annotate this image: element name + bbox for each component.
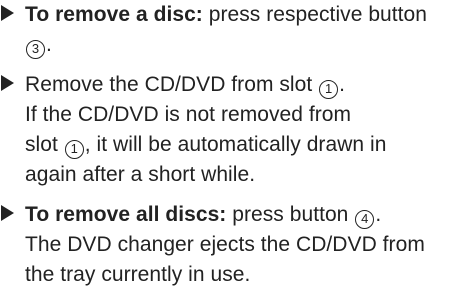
step-remove-all-period: . xyxy=(375,203,382,226)
circled-number-1: 1 xyxy=(64,140,84,159)
step-remove-cd-line-4: again after a short while. xyxy=(25,163,256,186)
step-remove-disc-line-1: To remove a disc: press respective butto… xyxy=(25,0,427,30)
step-remove-disc-heading: To remove a disc: xyxy=(25,3,203,26)
circled-number-4: 4 xyxy=(355,210,375,229)
bullet-arrow-icon xyxy=(1,205,14,221)
step-remove-cd-text-3b: , it will be automatically drawn in xyxy=(84,133,387,156)
step-remove-cd-text-1: Remove the CD/DVD from slot xyxy=(25,73,319,96)
circled-number-3: 3 xyxy=(26,40,45,59)
step-remove-all-heading: To remove all discs: xyxy=(25,203,227,226)
step-remove-cd-period: . xyxy=(339,73,346,96)
instruction-page: To remove a disc: press respective butto… xyxy=(0,0,469,286)
step-remove-cd-text-3a: slot xyxy=(25,133,64,156)
bullet-arrow-icon xyxy=(1,5,14,21)
step-remove-cd-line-1: Remove the CD/DVD from slot 1. xyxy=(25,70,345,100)
bullet-arrow-icon xyxy=(1,75,14,91)
step-remove-all-text: press button xyxy=(226,203,355,226)
step-remove-disc-text: press respective button xyxy=(202,3,428,26)
step-remove-all-line-1: To remove all discs: press button 4. xyxy=(25,200,381,230)
step-remove-cd-line-2: If the CD/DVD is not removed from xyxy=(25,103,352,126)
step-remove-all-line-2: The DVD changer ejects the CD/DVD from xyxy=(25,233,425,256)
step-remove-cd-line-3: slot 1, it will be automatically drawn i… xyxy=(25,130,386,160)
circled-number-1: 1 xyxy=(319,80,339,99)
step-remove-disc-line-2: 3. xyxy=(25,30,52,60)
step-remove-disc-period: . xyxy=(46,33,52,56)
